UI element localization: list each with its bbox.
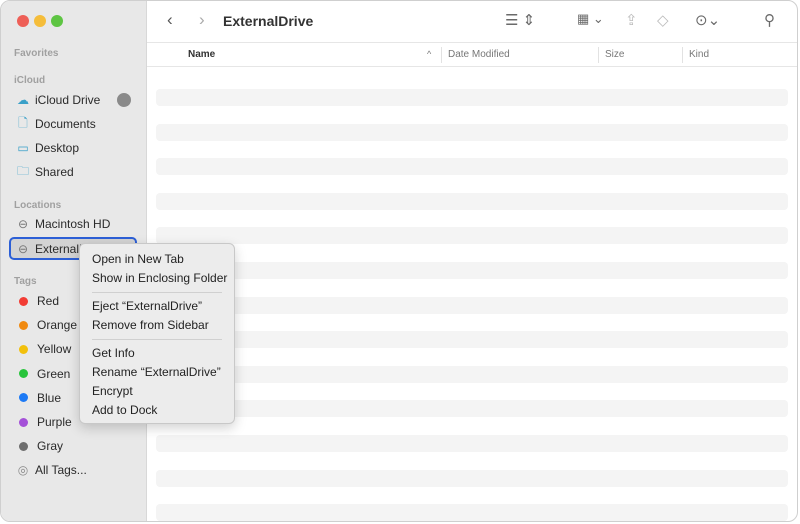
back-button[interactable]: ‹ (167, 10, 173, 30)
forward-button[interactable]: › (199, 10, 205, 30)
section-icloud: iCloud (14, 75, 46, 86)
sidebar-item-desktop[interactable]: ▭ Desktop (9, 137, 137, 159)
disk-icon: ⊖ (17, 217, 29, 231)
menu-separator (92, 339, 222, 340)
menu-separator (92, 292, 222, 293)
window-title: ExternalDrive (223, 13, 314, 29)
close-button[interactable] (17, 15, 29, 27)
share-icon[interactable]: ⇪ (625, 11, 638, 29)
menu-item[interactable]: Rename “ExternalDrive” (80, 363, 234, 382)
minimize-button[interactable] (34, 15, 46, 27)
label: Blue (37, 390, 62, 405)
tag-dot-icon (19, 320, 28, 330)
label: Desktop (35, 141, 80, 155)
menu-item[interactable]: Add to Dock (80, 401, 234, 420)
empty-row (156, 331, 788, 349)
tag-dot-icon (19, 417, 28, 427)
sidebar-tag-gray[interactable]: Gray (9, 435, 137, 457)
tag-dot-icon (19, 296, 28, 306)
menu-item[interactable]: Encrypt (80, 382, 234, 401)
search-icon[interactable]: ⚲ (764, 11, 775, 29)
sidebar-item-shared[interactable]: 🗀 Shared (9, 161, 137, 183)
empty-row (156, 227, 788, 245)
menu-item[interactable]: Remove from Sidebar (80, 316, 234, 335)
section-tags: Tags (14, 276, 37, 287)
sort-chevron-up-icon: ^ (427, 49, 432, 59)
label: Purple (37, 415, 72, 429)
sidebar-item-documents[interactable]: 🗋 Documents (9, 113, 137, 135)
empty-row (156, 158, 788, 176)
empty-row (156, 89, 788, 106)
sidebar-item-all-tags[interactable]: ◎ All Tags... (9, 459, 137, 481)
column-date-modified[interactable]: Date Modified (448, 49, 510, 60)
label: Green (37, 366, 71, 381)
label: All Tags... (35, 463, 87, 477)
section-favorites: Favorites (14, 48, 59, 59)
empty-row (156, 469, 788, 487)
label: Documents (35, 117, 96, 131)
tag-dot-icon (19, 344, 28, 354)
menu-item[interactable]: Eject “ExternalDrive” (80, 297, 234, 316)
empty-row (156, 262, 788, 279)
empty-row (156, 296, 788, 314)
empty-row (156, 435, 788, 452)
label: Macintosh HD (35, 217, 111, 231)
tag-dot-icon (19, 441, 28, 451)
label: Red (37, 294, 60, 308)
menu-item[interactable]: Show in Enclosing Folder (80, 269, 234, 288)
toolbar: ‹ › ExternalDrive ☰ ⇕ ▦ ⌄ ⇪ ◇ ⊙⌄ ⚲ (147, 1, 797, 43)
group-icon[interactable]: ▦ ⌄ (577, 11, 604, 27)
tag-dot-icon (19, 393, 28, 403)
label: Gray (37, 439, 64, 454)
empty-row (156, 504, 788, 521)
label: Shared (35, 165, 74, 179)
tag-icon[interactable]: ◇ (657, 11, 669, 29)
sidebar-item-macintosh-hd[interactable]: ⊖ Macintosh HD (9, 213, 137, 235)
empty-row (156, 400, 788, 418)
tags-icon: ◎ (17, 463, 29, 477)
context-menu: Open in New Tab Show in Enclosing Folder E… (79, 243, 235, 424)
more-actions-icon[interactable]: ⊙⌄ (695, 11, 720, 29)
empty-row (156, 192, 788, 210)
section-locations: Locations (14, 200, 62, 211)
menu-item[interactable]: Open in New Tab (80, 250, 234, 269)
zoom-button[interactable] (51, 15, 63, 27)
empty-row (156, 123, 788, 141)
menu-item[interactable]: Get Info (80, 344, 234, 363)
sync-status-icon (117, 93, 131, 107)
label: iCloud Drive (35, 93, 101, 107)
cloud-icon: ☁ (17, 93, 29, 107)
column-name[interactable]: Name (188, 49, 215, 60)
window-controls (17, 15, 63, 27)
shared-folder-icon: 🗀 (16, 163, 29, 178)
desktop-icon: ▭ (17, 141, 29, 155)
disk-icon: ⊖ (17, 241, 29, 256)
sidebar-item-icloud-drive[interactable]: ☁ iCloud Drive (9, 89, 137, 111)
column-kind[interactable]: Kind (689, 49, 709, 60)
column-size[interactable]: Size (605, 49, 624, 60)
list-view-icon[interactable]: ☰ ⇕ (505, 11, 535, 29)
column-headers: Name ^ Date Modified Size Kind (147, 44, 797, 67)
label: Yellow (37, 342, 72, 357)
empty-row (156, 365, 788, 383)
document-icon: 🗋 (18, 115, 28, 130)
label: Orange (37, 318, 78, 333)
tag-dot-icon (19, 369, 28, 379)
